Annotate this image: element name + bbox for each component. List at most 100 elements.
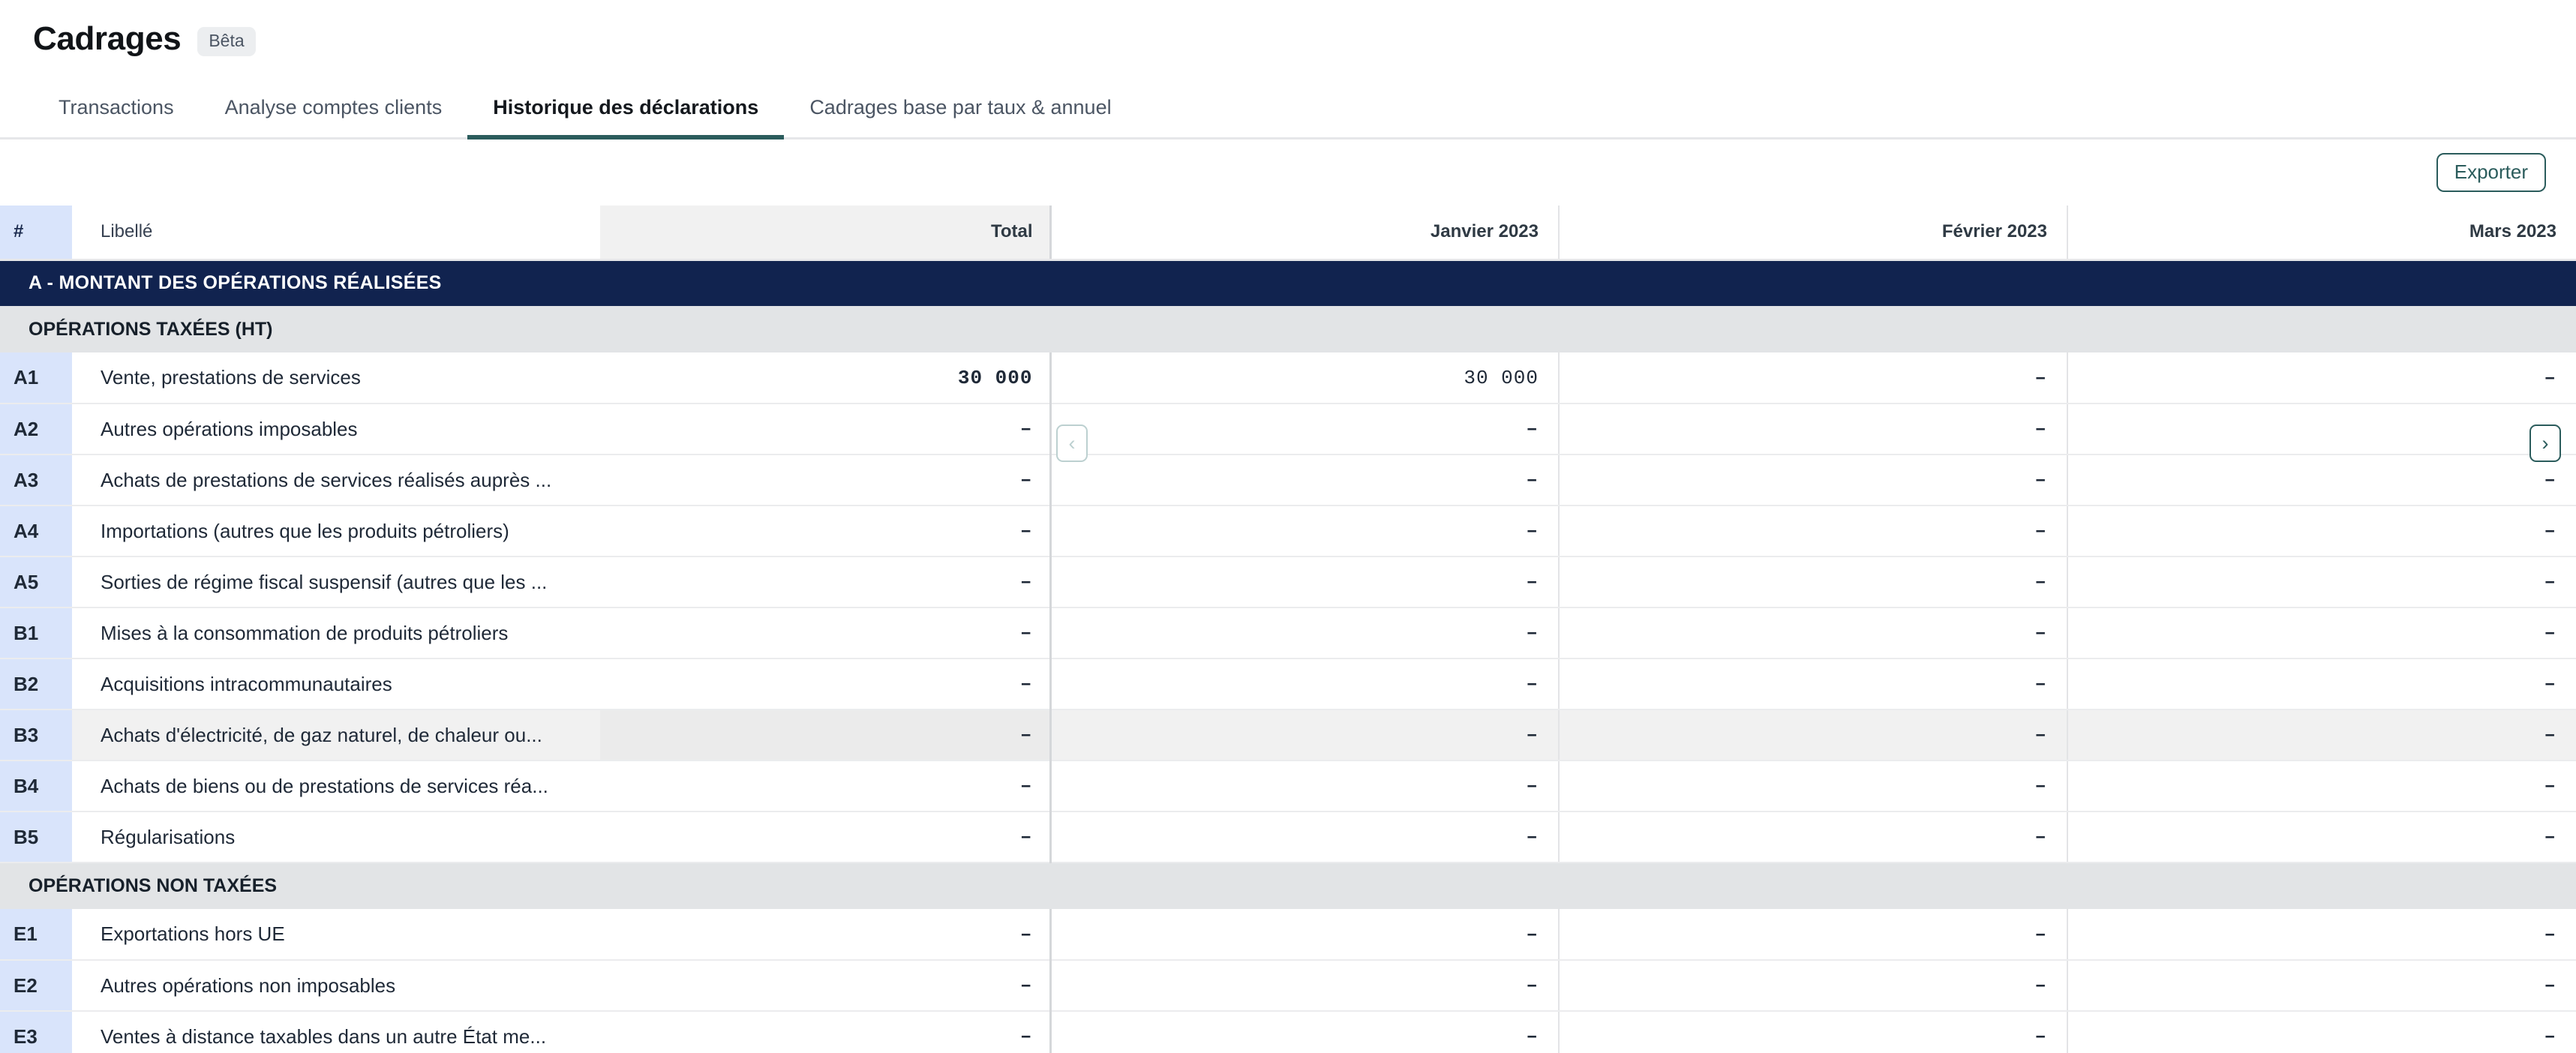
cell-month-2: – <box>2067 608 2576 659</box>
cell-total: – <box>600 556 1052 608</box>
cell-month-0: – <box>1050 760 1559 812</box>
row-label: Mises à la consommation de produits pétr… <box>72 608 600 659</box>
cell-total: 30 000 <box>600 352 1052 404</box>
cell-month-0: – <box>1050 608 1559 659</box>
column-header-libelle: Libellé <box>72 206 600 261</box>
cell-month-2: – <box>2067 454 2576 506</box>
cell-month-1: – <box>1558 608 2067 659</box>
table-row[interactable]: B2 Acquisitions intracommunautaires – – – – <box>0 658 2576 710</box>
row-label: Régularisations <box>72 812 600 863</box>
row-label: Achats de prestations de services réalis… <box>72 454 600 506</box>
subsection-header-row: OPÉRATIONS TAXÉES (HT) <box>0 306 2576 352</box>
tab-transactions[interactable]: Transactions <box>33 78 200 137</box>
cell-month-2: – <box>2067 812 2576 863</box>
table-row[interactable]: B4 Achats de biens ou de prestations de s… <box>0 760 2576 812</box>
cell-total: – <box>600 710 1052 761</box>
cell-month-1: – <box>1558 658 2067 710</box>
row-label: Achats de biens ou de prestations de ser… <box>72 760 600 812</box>
row-code: A5 <box>0 556 72 608</box>
cell-month-1: – <box>1558 760 2067 812</box>
cell-month-0: – <box>1050 658 1559 710</box>
cell-month-0: – <box>1050 960 1559 1012</box>
column-header-total: Total <box>600 206 1052 261</box>
tab-analyse-comptes-clients[interactable]: Analyse comptes clients <box>200 78 468 137</box>
row-code: A1 <box>0 352 72 404</box>
cell-total: – <box>600 909 1052 961</box>
column-header-month-2: Mars 2023 <box>2067 206 2576 261</box>
cell-month-0: – <box>1050 404 1559 455</box>
cell-month-0: – <box>1050 556 1559 608</box>
cell-month-1: – <box>1558 1011 2067 1053</box>
row-code: B3 <box>0 710 72 761</box>
table-body: A - MONTANT DES OPÉRATIONS RÉALISÉES OPÉR… <box>0 260 2576 1053</box>
row-label: Ventes à distance taxables dans un autre… <box>72 1011 600 1053</box>
section-header-label: A - MONTANT DES OPÉRATIONS RÉALISÉES <box>0 260 2576 306</box>
column-header-num: # <box>0 206 72 261</box>
cell-total: – <box>600 608 1052 659</box>
table-row[interactable]: B1 Mises à la consommation de produits pé… <box>0 608 2576 659</box>
toolbar: Exporter <box>0 140 2576 206</box>
row-code: A4 <box>0 506 72 557</box>
row-code: B5 <box>0 812 72 863</box>
row-code: B1 <box>0 608 72 659</box>
cell-month-0: – <box>1050 812 1559 863</box>
column-header-month-1: Février 2023 <box>1558 206 2067 261</box>
prev-period-button[interactable]: ‹ <box>1056 424 1088 462</box>
cell-total: – <box>600 812 1052 863</box>
table-row[interactable]: E2 Autres opérations non imposables – – – – <box>0 960 2576 1012</box>
column-header-month-0: Janvier 2023 <box>1050 206 1559 261</box>
cell-month-0: – <box>1050 710 1559 761</box>
cell-month-0: 30 000 <box>1050 352 1559 404</box>
subsection-header-row: OPÉRATIONS NON TAXÉES <box>0 862 2576 909</box>
export-button[interactable]: Exporter <box>2436 153 2546 192</box>
cell-total: – <box>600 960 1052 1012</box>
table-row[interactable]: E3 Ventes à distance taxables dans un aut… <box>0 1011 2576 1053</box>
table-row[interactable]: A1 Vente, prestations de services 30 000 30… <box>0 352 2576 404</box>
cell-month-1: – <box>1558 960 2067 1012</box>
section-header-label: OPÉRATIONS NON TAXÉES <box>0 862 2576 909</box>
row-code: E1 <box>0 909 72 961</box>
row-code: B4 <box>0 760 72 812</box>
cell-month-0: – <box>1050 454 1559 506</box>
prev-period-wrapper: ‹ <box>1056 424 1088 462</box>
tab-historique-des-d-clarations[interactable]: Historique des déclarations <box>467 78 785 140</box>
row-label: Achats d'électricité, de gaz naturel, de… <box>72 710 600 761</box>
cell-month-0: – <box>1050 1011 1559 1053</box>
cell-total: – <box>600 454 1052 506</box>
table-row[interactable]: B5 Régularisations – – – – <box>0 812 2576 863</box>
table-row[interactable]: A5 Sorties de régime fiscal suspensif (au… <box>0 556 2576 608</box>
row-label: Importations (autres que les produits pé… <box>72 506 600 557</box>
declaration-history-table-container[interactable]: # Libellé Total Janvier 2023 Février 202… <box>0 206 2576 1053</box>
cell-month-1: – <box>1558 909 2067 961</box>
cell-month-1: – <box>1558 404 2067 455</box>
row-code: B2 <box>0 658 72 710</box>
beta-badge: Bêta <box>197 26 256 56</box>
table-row[interactable]: A2Autres opérations imposables–––– <box>0 404 2576 455</box>
table-row[interactable]: A3 Achats de prestations de services réal… <box>0 454 2576 506</box>
tab-cadrages-base-par-taux-annuel[interactable]: Cadrages base par taux & annuel <box>784 78 1136 137</box>
cell-month-2: – <box>2067 1011 2576 1053</box>
cell-month-2: – <box>2067 960 2576 1012</box>
cell-month-2: – <box>2067 710 2576 761</box>
cell-month-1: – <box>1558 352 2067 404</box>
cell-month-0: – <box>1050 909 1559 961</box>
table-row[interactable]: E1 Exportations hors UE – – – – <box>0 909 2576 961</box>
cell-month-2: – <box>2067 760 2576 812</box>
row-label: Autres opérations imposables <box>72 404 600 455</box>
table-row[interactable]: B3 Achats d'électricité, de gaz naturel, … <box>0 710 2576 761</box>
cell-month-2: – <box>2067 556 2576 608</box>
cell-total: – <box>600 1011 1052 1053</box>
row-code: E2 <box>0 960 72 1012</box>
table-row[interactable]: A4 Importations (autres que les produits … <box>0 506 2576 557</box>
cell-month-2: – <box>2067 909 2576 961</box>
cell-total: – <box>600 404 1052 455</box>
cell-month-1: – <box>1558 710 2067 761</box>
table-header: # Libellé Total Janvier 2023 Février 202… <box>0 206 2576 261</box>
row-label: Sorties de régime fiscal suspensif (autr… <box>72 556 600 608</box>
section-header-label: OPÉRATIONS TAXÉES (HT) <box>0 306 2576 352</box>
next-period-button[interactable]: › <box>2529 424 2561 462</box>
row-code: A2 <box>0 404 72 455</box>
cell-total: – <box>600 658 1052 710</box>
cell-month-1: – <box>1558 454 2067 506</box>
cell-month-2: – <box>2067 506 2576 557</box>
